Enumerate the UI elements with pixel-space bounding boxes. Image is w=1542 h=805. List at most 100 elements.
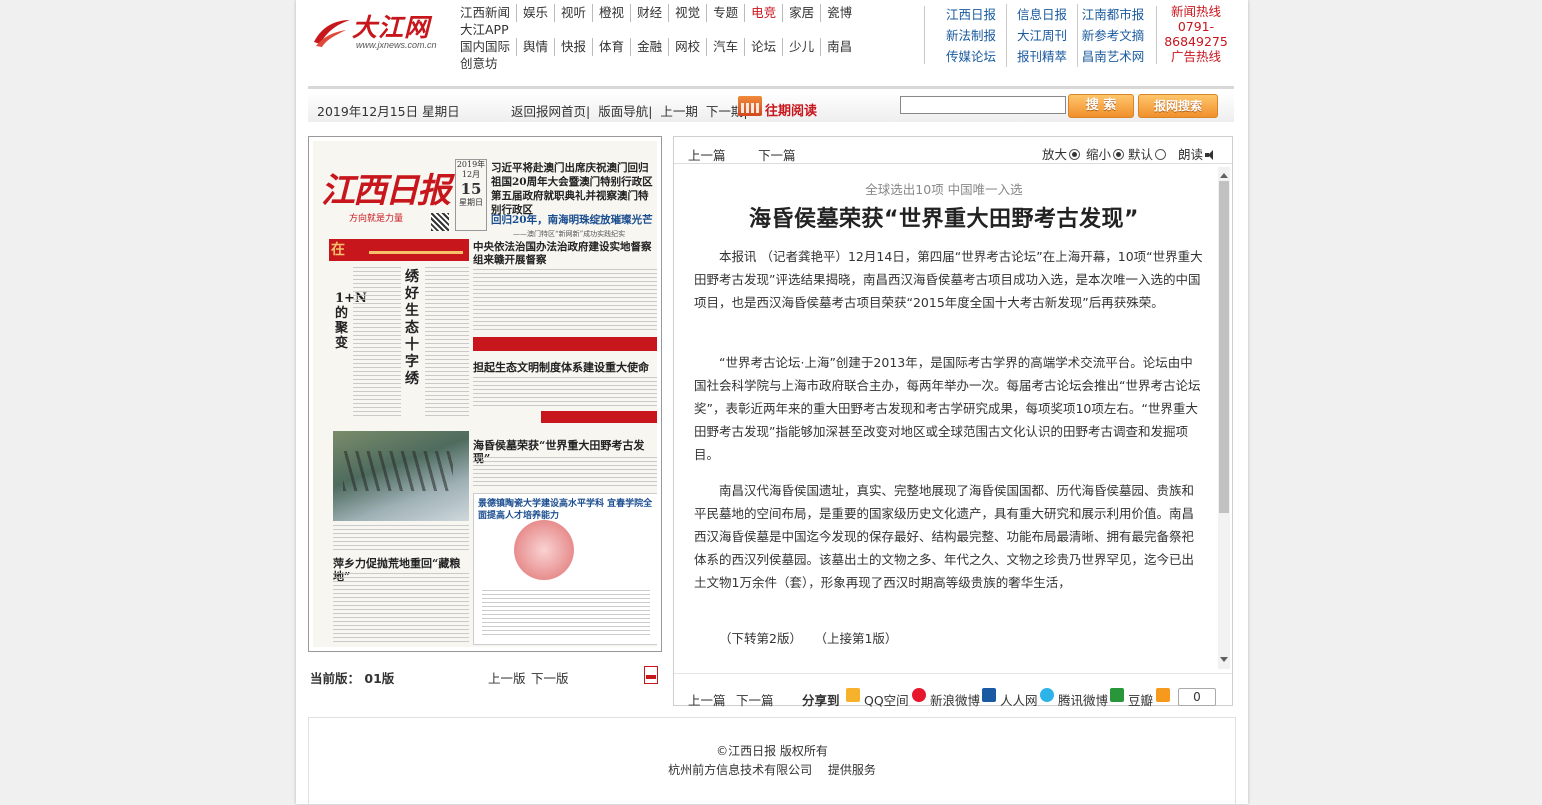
channel-link[interactable]: 金融 — [630, 38, 668, 56]
channel-link[interactable]: 网校 — [668, 38, 706, 56]
tencent-weibo-icon[interactable] — [1040, 688, 1054, 702]
prev-article-link[interactable]: 上一篇 — [688, 690, 726, 709]
qr-code-icon — [431, 213, 449, 231]
paper-link[interactable]: 新法制报 — [936, 25, 1006, 46]
channel-link[interactable]: 国内国际 — [460, 38, 516, 56]
scrollbar-thumb[interactable] — [1219, 181, 1229, 513]
current-edition-value: 01版 — [364, 671, 395, 686]
paper-link[interactable]: 信息日报 — [1006, 4, 1077, 25]
newspaper-headline[interactable]: 担起生态文明制度体系建设重大使命 — [473, 361, 657, 374]
paper-link[interactable]: 昌南艺术网 — [1077, 46, 1148, 67]
zoom-in-control[interactable]: 放大 — [1042, 144, 1081, 163]
body-text-block — [353, 267, 401, 417]
newspaper-headline[interactable]: 习近平将赴澳门出席庆祝澳门回归祖国20周年大会暨澳门特别行政区第五届政府就职典礼… — [491, 161, 655, 217]
current-edition-label: 当前版： — [310, 671, 361, 686]
newspaper-headline[interactable]: 回归20年，南海明珠绽放璀璨光芒 — [491, 213, 655, 227]
channel-link[interactable]: 橙视 — [592, 4, 630, 22]
prev-page-link[interactable]: 上一版 — [488, 668, 526, 687]
channel-link[interactable]: 专题 — [706, 4, 744, 22]
share-renren[interactable]: 人人网 — [1000, 690, 1038, 709]
share-douban[interactable]: 豆瓣 — [1128, 690, 1153, 709]
scroll-down-arrow-icon[interactable] — [1220, 657, 1228, 662]
scroll-up-arrow-icon[interactable] — [1220, 173, 1228, 178]
default-size-control[interactable]: 默认 — [1128, 144, 1167, 163]
renren-icon[interactable] — [982, 688, 996, 702]
channel-link-app[interactable]: 大江APP — [460, 22, 906, 38]
channel-link[interactable]: 体育 — [592, 38, 630, 56]
paper-search-button[interactable]: 报网搜索 — [1138, 94, 1218, 118]
newspaper-date-box: 2019年12月 15 星期日 — [455, 159, 487, 231]
paper-link[interactable]: 江南都市报 — [1077, 4, 1148, 25]
share-qzone[interactable]: QQ空间 — [864, 690, 909, 709]
newspaper-headline[interactable]: 中央依法治国办法治政府建设实地督察组来赣开展督察 — [473, 241, 657, 267]
paper-link[interactable]: 传媒论坛 — [936, 46, 1006, 67]
channel-link[interactable]: 舆情 — [516, 38, 554, 56]
newspaper-date-day: 15 — [460, 180, 482, 198]
speaker-icon — [1205, 150, 1217, 160]
past-issues-link[interactable]: 往期阅读 — [765, 100, 817, 119]
weibo-icon[interactable] — [912, 688, 926, 702]
news-photo[interactable] — [333, 431, 469, 521]
channel-link[interactable]: 论坛 — [744, 38, 782, 56]
newspaper-page-image[interactable]: 江西日报 方向就是力量 2019年12月 15 星期日 习近平将赴澳门出席庆祝澳… — [313, 141, 657, 647]
channel-link[interactable]: 少儿 — [782, 38, 820, 56]
site-footer: ©江西日报 版权所有 杭州前方信息技术有限公司 提供服务 — [308, 717, 1236, 805]
channel-link[interactable]: 瓷博 — [820, 4, 858, 22]
channel-link-esports[interactable]: 电竞 — [744, 4, 782, 22]
more-share-icon[interactable] — [1156, 688, 1170, 702]
body-text-block — [482, 590, 650, 638]
search-button[interactable]: 搜 索 — [1068, 94, 1134, 118]
channel-link[interactable]: 快报 — [554, 38, 592, 56]
next-article-link[interactable]: 下一篇 — [758, 145, 796, 164]
search-input[interactable] — [900, 96, 1066, 114]
newspaper-vertical-title[interactable]: 1+N的聚变 — [335, 291, 367, 351]
channel-link[interactable]: 视听 — [554, 4, 592, 22]
edition-date: 2019年12月15日 星期日 — [317, 104, 460, 119]
hotline-number: 86849275 — [1164, 34, 1228, 49]
share-label: 分享到 — [802, 693, 840, 708]
share-weibo[interactable]: 新浪微博 — [930, 690, 980, 709]
column-flag — [473, 337, 657, 351]
prev-issue-link[interactable]: 上一期 — [660, 104, 698, 119]
channel-link[interactable]: 汽车 — [706, 38, 744, 56]
newspaper-masthead: 江西日报 — [321, 171, 451, 211]
read-aloud-control[interactable]: 朗读 — [1178, 144, 1217, 163]
channel-link[interactable]: 家居 — [782, 4, 820, 22]
douban-icon[interactable] — [1110, 688, 1124, 702]
hotline-label[interactable]: 新闻热线 — [1158, 4, 1234, 19]
newspaper-ad[interactable]: 景德镇陶瓷大学建设高水平学科 宜春学院全面提高人才培养能力 — [473, 493, 657, 645]
paper-link[interactable]: 报刊精萃 — [1006, 46, 1077, 67]
next-page-link[interactable]: 下一版 — [531, 668, 569, 687]
channel-link[interactable]: 财经 — [630, 4, 668, 22]
prev-article-link[interactable]: 上一篇 — [688, 145, 726, 164]
zoom-out-control[interactable]: 缩小 — [1086, 144, 1125, 163]
article-toolbar: 上一篇 下一篇 放大 缩小 默认 朗读 — [674, 137, 1232, 164]
article-content: 全球选出10项 中国唯一入选 海昏侯墓荣获“世界重大田野考古发现” 本报讯 （记… — [684, 165, 1204, 669]
channel-link[interactable]: 江西新闻 — [460, 4, 516, 22]
page-nav-link[interactable]: 版面导航| — [598, 104, 652, 119]
pdf-icon[interactable] — [644, 666, 658, 684]
site-logo[interactable]: 大江网 www.jxnews.com.cn — [312, 6, 452, 56]
body-text-block — [333, 573, 469, 643]
calendar-icon[interactable] — [738, 96, 762, 116]
channel-link[interactable]: 南昌 — [820, 38, 858, 56]
paper-link[interactable]: 江西日报 — [936, 4, 1006, 25]
article-scrollbar[interactable] — [1218, 167, 1230, 669]
article-footer: 上一篇 下一篇 分享到 QQ空间 新浪微博 人人网 腾讯微博 豆瓣 0 — [674, 673, 1232, 709]
channel-link-creative[interactable]: 创意坊 — [460, 56, 906, 72]
qzone-icon[interactable] — [846, 688, 860, 702]
home-link[interactable]: 返回报网首页| — [511, 104, 590, 119]
channel-link[interactable]: 视觉 — [668, 4, 706, 22]
paper-link[interactable]: 大江周刊 — [1006, 25, 1077, 46]
article-paragraph: 南昌汉代海昏侯国遗址，真实、完整地展现了海昏侯国国都、历代海昏侯墓园、贵族和平民… — [694, 483, 1195, 590]
article-continuation[interactable]: （下转第2版） （上接第1版） — [694, 627, 1204, 650]
body-text-block — [473, 269, 657, 333]
newspaper-vertical-title[interactable]: 绣好生态十字绣 — [405, 269, 421, 388]
read-aloud-label: 朗读 — [1178, 147, 1204, 162]
paper-link[interactable]: 新参考文摘 — [1077, 25, 1148, 46]
channel-link[interactable]: 娱乐 — [516, 4, 554, 22]
share-tencent-weibo[interactable]: 腾讯微博 — [1058, 690, 1108, 709]
next-article-link[interactable]: 下一篇 — [736, 690, 774, 709]
channel-nav: 江西新闻 娱乐 视听 橙视 财经 视觉 专题 电竞 家居 瓷博 大江APP 国内国际 舆情 快报 体育金… — [460, 4, 906, 72]
ad-hotline-label[interactable]: 广告热线 — [1158, 49, 1234, 64]
